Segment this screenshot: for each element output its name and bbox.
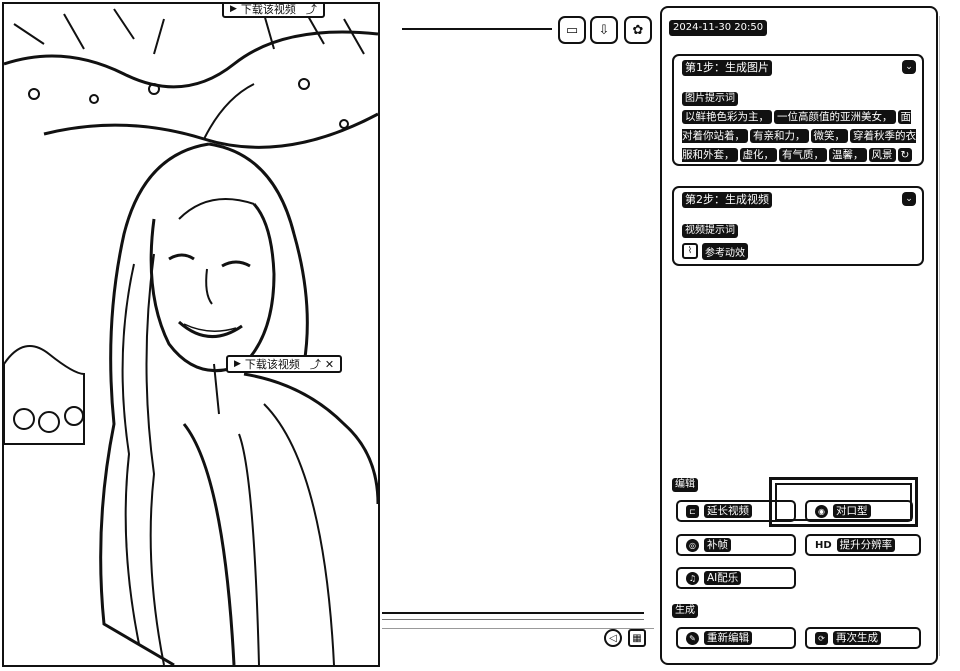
frame-fill-button[interactable]: ◎ 补帧 <box>676 534 796 556</box>
image-prompt-text: 以鲜艳色彩为主， 一位高颜值的亚洲美女， 面对着你站着， 有亲和力， 微笑， 穿着秋季的衣… <box>682 108 918 165</box>
image-prompt-label: 图片提示词 <box>682 92 738 106</box>
hd-icon: HD <box>815 539 832 551</box>
music-icon: ♫ <box>686 571 699 585</box>
prompt-part: 温馨， <box>829 148 867 162</box>
timeline-track[interactable] <box>382 612 644 614</box>
reference-motion-label: 参考动效 <box>702 242 748 260</box>
refresh-icon[interactable]: ↻ <box>897 148 913 162</box>
prompt-part: 虚化， <box>739 148 777 162</box>
prompt-part: 有亲和力， <box>750 129 809 143</box>
upscale-button[interactable]: HD 提升分辨率 <box>805 534 921 556</box>
prompt-part: 以鲜艳色彩为主， <box>682 110 772 124</box>
video-prompt-label: 视频提示词 <box>682 224 738 238</box>
download-icon: ⇩ <box>598 22 610 38</box>
generate-section-label: 生成 <box>672 604 698 618</box>
video-frame-image <box>4 8 378 665</box>
edit-section-label: 编辑 <box>672 478 698 492</box>
timeline-subtrack <box>382 619 644 620</box>
download-video-tag-top[interactable]: ▶ 下载该视频 ⤴ <box>222 3 325 18</box>
share-icon[interactable]: ⤴ <box>310 356 321 372</box>
step2-title: 第2步：生成视频 <box>682 192 772 208</box>
subtitle-icon: ▭ <box>565 22 579 38</box>
volume-icon: ◁ <box>609 632 617 644</box>
ai-music-label: AI配乐 <box>704 571 742 585</box>
extend-icon: ⊏ <box>686 504 699 518</box>
download-video-label: 下载该视频 <box>244 358 300 371</box>
download-video-label: 下载该视频 <box>240 3 296 16</box>
ai-music-button[interactable]: ♫ AI配乐 <box>676 567 796 589</box>
refresh-icon: ⟳ <box>815 631 828 645</box>
prompt-part: 一位高颜值的亚洲美女， <box>774 110 896 124</box>
regenerate-label: 再次生成 <box>833 631 881 645</box>
prompt-part: 风景 <box>868 148 896 162</box>
reference-motion[interactable]: ⌇ 参考动效 <box>682 242 748 260</box>
chevron-down-icon[interactable]: ⌄ <box>902 192 916 206</box>
subtitle-button[interactable]: ▭ <box>558 16 586 44</box>
chevron-down-icon[interactable]: ⌄ <box>902 60 916 74</box>
regenerate-button[interactable]: ⟳ 再次生成 <box>805 627 921 649</box>
timestamp: 2024-11-30 20:50 <box>669 20 768 36</box>
step1-card: 第1步：生成图片 ⌄ 图片提示词 以鲜艳色彩为主， 一位高颜值的亚洲美女， 面对着你… <box>672 54 924 166</box>
play-triangle-icon: ▶ <box>234 359 241 369</box>
grid-icon: ▦ <box>632 632 642 644</box>
prompt-part: 微笑， <box>810 129 848 143</box>
close-icon[interactable]: ✕ <box>325 358 334 371</box>
motion-icon: ⌇ <box>682 243 698 259</box>
panel-scrollbar[interactable] <box>939 16 944 656</box>
prompt-part: 有气质， <box>779 148 827 162</box>
settings-button[interactable]: ✿ <box>624 16 652 44</box>
re-edit-label: 重新编辑 <box>704 631 752 645</box>
toolbar-divider <box>402 28 552 30</box>
edit-icon: ✎ <box>686 631 699 645</box>
settings-icon: ✿ <box>632 22 644 38</box>
share-icon[interactable]: ⤴ <box>306 4 317 17</box>
upscale-label: 提升分辨率 <box>836 538 896 552</box>
volume-button[interactable]: ◁ <box>604 629 622 647</box>
video-player[interactable]: ▶ 下载该视频 ⤴ ▶ 下载该视频 ⤴ ✕ <box>2 2 380 667</box>
grid-view-button[interactable]: ▦ <box>628 629 646 647</box>
step1-title: 第1步：生成图片 <box>682 60 772 76</box>
re-edit-button[interactable]: ✎ 重新编辑 <box>676 627 796 649</box>
frame-fill-label: 补帧 <box>704 538 731 552</box>
step2-card: 第2步：生成视频 ⌄ 视频提示词 ⌇ 参考动效 <box>672 186 924 266</box>
download-video-tag[interactable]: ▶ 下载该视频 ⤴ ✕ <box>226 355 343 373</box>
frame-icon: ◎ <box>686 538 699 552</box>
download-button[interactable]: ⇩ <box>590 16 618 44</box>
extend-label: 延长视频 <box>704 504 752 518</box>
highlight-frame-inner <box>775 483 912 521</box>
play-triangle-icon: ▶ <box>230 4 237 14</box>
